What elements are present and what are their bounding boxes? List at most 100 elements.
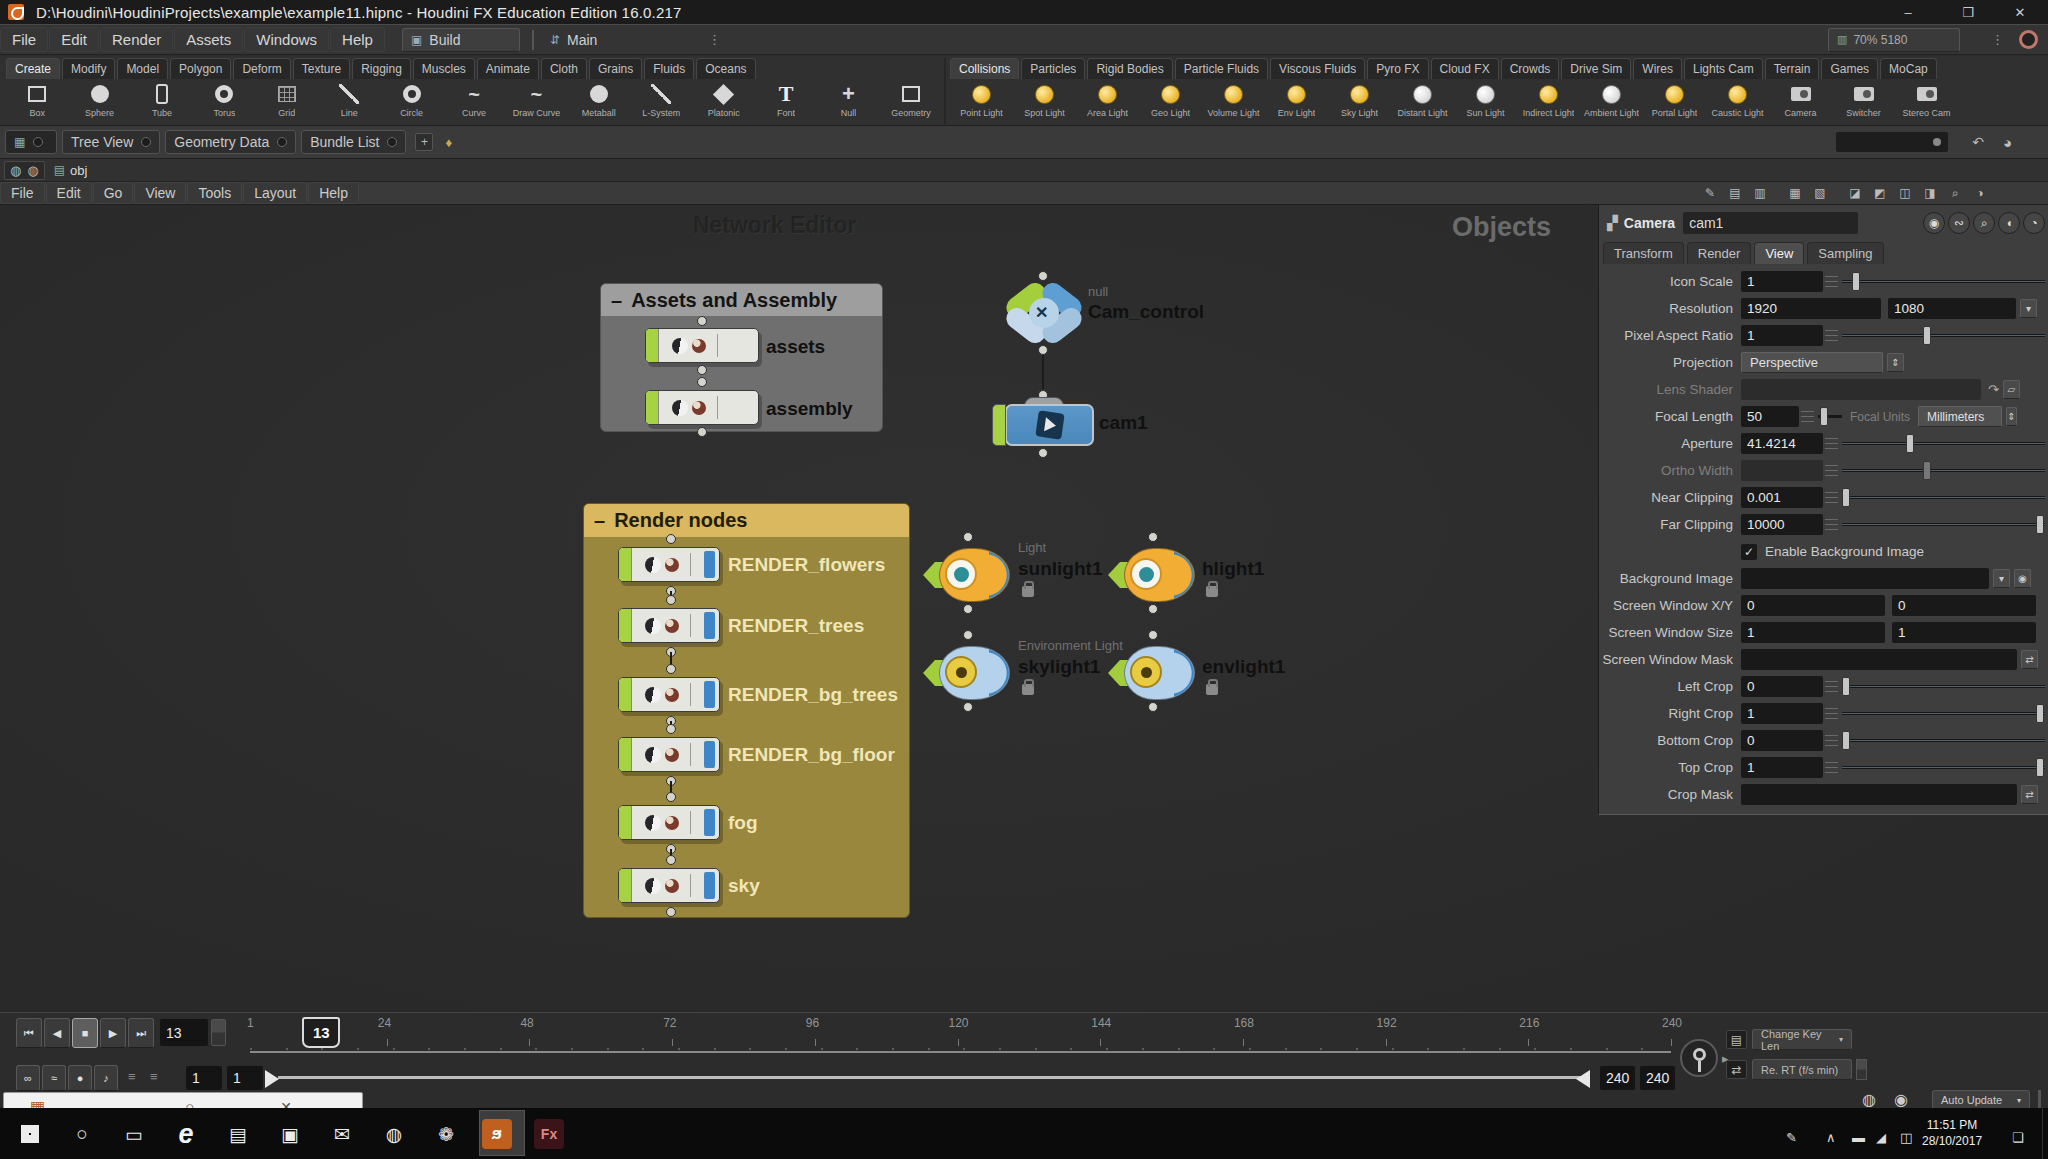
shelf-tool-line[interactable]: Line bbox=[318, 81, 380, 125]
lens-node-icon[interactable]: ▱ bbox=[2003, 380, 2020, 399]
taskbar-task-view-icon[interactable]: ▭ bbox=[118, 1118, 150, 1150]
slider-handle[interactable] bbox=[2036, 704, 2044, 723]
slider-handle[interactable] bbox=[2036, 758, 2044, 777]
shelf-tab-muscles[interactable]: Muscles bbox=[413, 58, 475, 79]
playback-start-field[interactable]: 1 bbox=[227, 1066, 263, 1090]
shelf-tab-terrain[interactable]: Terrain bbox=[1765, 58, 1820, 79]
range-handle-right[interactable] bbox=[1576, 1070, 1590, 1088]
taskbar-search-icon[interactable]: ○ bbox=[66, 1118, 98, 1150]
netmenu-icon-5[interactable]: ▧ bbox=[1810, 184, 1830, 202]
netmenu-tools[interactable]: Tools bbox=[187, 182, 242, 204]
shelf-tool-distant-light[interactable]: Distant Light bbox=[1391, 81, 1454, 125]
set-key-button[interactable] bbox=[1680, 1039, 1718, 1077]
value-ladder[interactable] bbox=[1825, 488, 1838, 507]
slider-handle[interactable] bbox=[1923, 461, 1931, 480]
param-tab-view[interactable]: View bbox=[1754, 242, 1804, 264]
shelf-tool-area-light[interactable]: Area Light bbox=[1076, 81, 1139, 125]
slider-handle[interactable] bbox=[1842, 731, 1850, 750]
param-slider[interactable] bbox=[1842, 325, 2045, 346]
shelf-tool-l-system[interactable]: L-System bbox=[630, 81, 692, 125]
param-header-icon-2[interactable]: ⌕ bbox=[1973, 212, 1995, 234]
param-field[interactable]: 1080 bbox=[1888, 298, 2016, 319]
shelf-tool-circle[interactable]: Circle bbox=[380, 81, 442, 125]
taskbar-mail-icon[interactable]: ✉ bbox=[326, 1118, 358, 1150]
value-ladder[interactable] bbox=[1825, 326, 1838, 345]
shelf-tool-point-light[interactable]: Point Light bbox=[950, 81, 1013, 125]
pane-link-icon[interactable]: ↶ bbox=[1972, 134, 1984, 150]
value-ladder[interactable] bbox=[1825, 731, 1838, 750]
slider-handle[interactable] bbox=[1852, 272, 1860, 291]
transport-play[interactable]: ▶ bbox=[100, 1018, 126, 1048]
param-slider[interactable] bbox=[1842, 703, 2045, 724]
shelf-tool-caustic-light[interactable]: Caustic Light bbox=[1706, 81, 1769, 125]
param-swap-icon[interactable]: ⇄ bbox=[2021, 650, 2038, 669]
param-field[interactable] bbox=[1741, 460, 1823, 481]
param-field[interactable]: 1 bbox=[1741, 325, 1823, 346]
param-tab-transform[interactable]: Transform bbox=[1603, 242, 1684, 264]
pane-circle-icon[interactable]: ◕ bbox=[2003, 134, 2012, 151]
netmenu-icon-12[interactable]: ◑ bbox=[1970, 184, 1990, 202]
pane-filter-field[interactable] bbox=[1836, 132, 1948, 152]
netmenu-file[interactable]: File bbox=[0, 182, 45, 204]
value-ladder[interactable] bbox=[1825, 272, 1838, 291]
shelf-tool-sky-light[interactable]: Sky Light bbox=[1328, 81, 1391, 125]
global-end-field[interactable]: 240 bbox=[1640, 1066, 1675, 1090]
param-slider[interactable] bbox=[1842, 271, 2045, 292]
param-dropdown[interactable]: Perspective bbox=[1741, 352, 1883, 373]
focal-units-dropdown[interactable]: Millimeters bbox=[1918, 406, 2002, 427]
param-field[interactable]: 1 bbox=[1741, 703, 1823, 724]
taskbar-edge-icon[interactable]: e bbox=[170, 1118, 202, 1150]
shelf-tab-mocap[interactable]: MoCap bbox=[1880, 58, 1937, 79]
param-slider[interactable] bbox=[1842, 676, 2045, 697]
param-field[interactable] bbox=[1741, 784, 2017, 805]
shelf-tool-font[interactable]: TFont bbox=[755, 81, 817, 125]
value-ladder[interactable] bbox=[1825, 461, 1838, 480]
shelf-tool-curve[interactable]: ~Curve bbox=[443, 81, 505, 125]
keyframe-options-dropdown[interactable]: Change Key Len▾ bbox=[1752, 1029, 1852, 1050]
shelf-tool-portal-light[interactable]: Portal Light bbox=[1643, 81, 1706, 125]
playbar-toggle-2[interactable]: ● bbox=[68, 1065, 92, 1091]
menu-assets[interactable]: Assets bbox=[174, 27, 243, 52]
taskbar-opera-icon[interactable]: ◍ bbox=[378, 1118, 410, 1150]
param-field[interactable]: 1 bbox=[1892, 622, 2036, 643]
shelf-tool-geo-light[interactable]: Geo Light bbox=[1139, 81, 1202, 125]
netmenu-icon-2[interactable]: ▥ bbox=[1750, 184, 1770, 202]
shelf-tool-ambient-light[interactable]: Ambient Light bbox=[1580, 81, 1643, 125]
menu-edit[interactable]: Edit bbox=[49, 27, 99, 52]
rate-stepper[interactable] bbox=[1856, 1059, 1867, 1080]
menu-file[interactable]: File bbox=[0, 27, 48, 52]
shelf-tool-env-light[interactable]: Env Light bbox=[1265, 81, 1328, 125]
globe-fwd-icon[interactable]: ◍ bbox=[27, 163, 38, 178]
pane-tab-radio[interactable] bbox=[387, 137, 397, 147]
param-slider[interactable] bbox=[1842, 730, 2045, 751]
param-tab-sampling[interactable]: Sampling bbox=[1807, 242, 1883, 264]
shelf-tab-grains[interactable]: Grains bbox=[589, 58, 642, 79]
maximize-button[interactable]: ❒ bbox=[1948, 0, 1988, 24]
param-header-icon-4[interactable]: ◔ bbox=[2023, 212, 2045, 234]
range-slider-line[interactable] bbox=[278, 1076, 1590, 1079]
transport-rewind[interactable]: ⏮ bbox=[16, 1018, 42, 1048]
param-field[interactable]: 1920 bbox=[1741, 298, 1881, 319]
taskbar-adobe-icon[interactable]: Fx bbox=[534, 1119, 564, 1149]
param-field[interactable]: 0 bbox=[1741, 676, 1823, 697]
shelf-tool-grid[interactable]: Grid bbox=[256, 81, 318, 125]
shelf-tab-texture[interactable]: Texture bbox=[293, 58, 350, 79]
shelf-tab-model[interactable]: Model bbox=[117, 58, 168, 79]
param-slider[interactable] bbox=[1842, 433, 2045, 454]
pane-tab-tree-view[interactable]: Tree View bbox=[62, 130, 160, 154]
netmenu-layout[interactable]: Layout bbox=[243, 182, 307, 204]
auto-update-dropdown[interactable]: Auto Update▾ bbox=[1932, 1090, 2030, 1110]
playbar-toggle-1[interactable]: ≈ bbox=[42, 1065, 66, 1091]
param-field[interactable]: 10000 bbox=[1741, 514, 1823, 535]
param-tab-render[interactable]: Render bbox=[1687, 242, 1752, 264]
tray-volume-icon[interactable]: ◫ bbox=[1900, 1130, 1912, 1145]
shelf-tool-platonic[interactable]: Platonic bbox=[692, 81, 754, 125]
shelf-tab-modify[interactable]: Modify bbox=[62, 58, 115, 79]
desktop-selector[interactable]: ▣Build bbox=[402, 28, 520, 52]
param-field[interactable]: 0 bbox=[1741, 595, 1885, 616]
param-slider[interactable] bbox=[1842, 487, 2045, 508]
file-chooser-button[interactable]: ◉ bbox=[2014, 569, 2031, 588]
global-start-field[interactable]: 1 bbox=[186, 1066, 222, 1090]
param-header-icon-3[interactable]: ◖ bbox=[1998, 212, 2020, 234]
transport-stop[interactable]: ■ bbox=[72, 1018, 98, 1048]
